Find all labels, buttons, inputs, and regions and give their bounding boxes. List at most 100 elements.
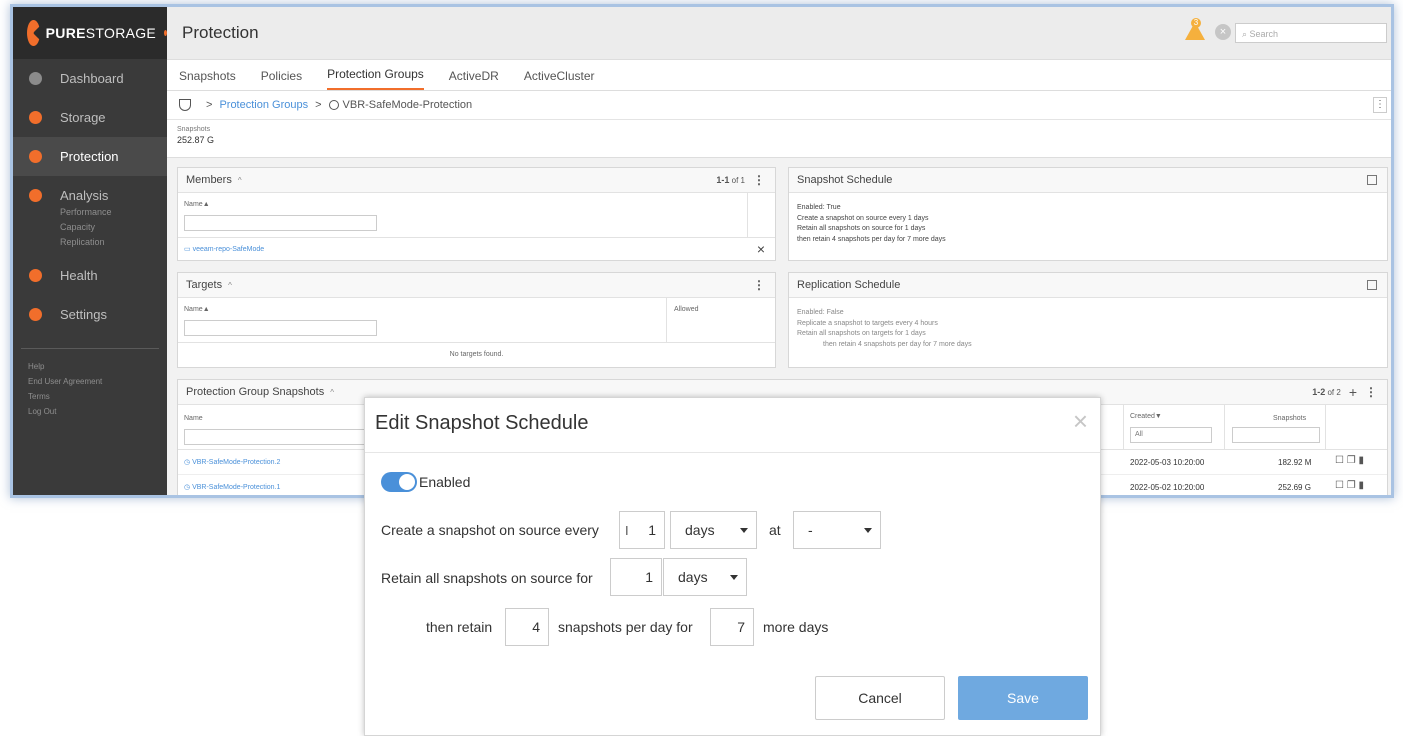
snapshot-created: 2022-05-03 10:20:00	[1130, 458, 1205, 467]
replication-schedule-panel: Replication Schedule Enabled: False Repl…	[788, 272, 1388, 368]
snapshot-schedule-header: Snapshot Schedule	[789, 168, 1387, 193]
chevron-up-icon[interactable]: ^	[228, 281, 232, 290]
logout-link[interactable]: Log Out	[28, 404, 167, 419]
edit-icon[interactable]	[1367, 175, 1377, 185]
sidebar-item-label: Protection	[60, 149, 119, 164]
edit-icon[interactable]: ☐	[1335, 455, 1344, 466]
members-col-name[interactable]: Name▲	[184, 201, 210, 208]
snapshot-row-actions: ☐ ❐ ▮	[1335, 480, 1364, 491]
copy-icon[interactable]: ❐	[1347, 455, 1356, 466]
edit-icon[interactable]: ☐	[1335, 480, 1344, 491]
sidebar-item-settings[interactable]: Settings	[13, 295, 167, 334]
sidebar-subitem-capacity[interactable]: Capacity	[60, 220, 167, 235]
snapshot-row-actions: ☐ ❐ ▮	[1335, 455, 1364, 466]
terms-link[interactable]: Terms	[28, 389, 167, 404]
tab-snapshots[interactable]: Snapshots	[179, 69, 236, 90]
pg-snapshots-title: Protection Group Snapshots	[186, 386, 325, 398]
snapshot-name-link[interactable]: ◷ VBR-SafeMode-Protection.1	[184, 483, 280, 491]
purestorage-logo-icon	[27, 20, 40, 46]
members-menu-icon[interactable]: ⋮	[753, 173, 765, 187]
at-time-select[interactable]: -	[793, 511, 881, 549]
members-header: Members ^ 1-1 of 1 ⋮	[178, 168, 775, 193]
column-divider	[1224, 405, 1225, 449]
targets-panel: Targets ^ ⋮ Name▲ Allowed No targets fou…	[177, 272, 776, 368]
sidebar-item-storage[interactable]: Storage	[13, 98, 167, 137]
add-icon[interactable]: +	[1349, 384, 1357, 400]
tab-activedr[interactable]: ActiveDR	[449, 69, 499, 90]
analysis-icon	[29, 189, 42, 202]
search-input[interactable]: ⌕ Search	[1235, 23, 1387, 43]
at-label: at	[769, 522, 781, 538]
pg-name-filter[interactable]	[184, 429, 374, 445]
schedule-line: Create a snapshot on source every 1 days	[797, 214, 929, 222]
search-placeholder: Search	[1249, 29, 1279, 39]
shield-icon[interactable]	[179, 99, 191, 111]
sidebar-item-dashboard[interactable]: Dashboard	[13, 59, 167, 98]
chevron-down-icon	[864, 528, 872, 533]
protection-group-icon	[328, 100, 339, 110]
more-options-button[interactable]: ⋮	[1373, 97, 1387, 113]
tab-bar: Snapshots Policies Protection Groups Act…	[167, 60, 1391, 91]
more-days-input[interactable]: 7	[710, 608, 754, 646]
retain-duration-input[interactable]: 1	[610, 558, 662, 596]
copy-icon[interactable]: ❐	[1347, 480, 1356, 491]
edit-icon[interactable]	[1367, 280, 1377, 290]
logo[interactable]: PURESTORAGE	[13, 7, 167, 59]
column-divider	[666, 298, 667, 342]
remove-member-button[interactable]: ×	[757, 241, 765, 257]
snapshots-per-day-input[interactable]: 4	[505, 608, 549, 646]
enabled-toggle[interactable]	[381, 472, 417, 492]
close-icon[interactable]: ×	[1073, 408, 1088, 434]
trash-icon[interactable]: ▮	[1359, 455, 1365, 466]
help-link[interactable]: Help	[28, 359, 167, 374]
tab-policies[interactable]: Policies	[261, 69, 302, 90]
retain-label: Retain all snapshots on source for	[381, 570, 593, 586]
tab-protection-groups[interactable]: Protection Groups	[327, 67, 424, 90]
snapshot-schedule-details: Enabled: True Create a snapshot on sourc…	[789, 193, 1387, 255]
pg-snapshots-menu-icon[interactable]: ⋮	[1365, 385, 1377, 399]
create-label: Create a snapshot on source every	[381, 522, 599, 538]
analysis-subnav: Performance Capacity Replication	[13, 205, 167, 250]
members-name-filter[interactable]	[184, 215, 377, 231]
chevron-down-icon	[730, 575, 738, 580]
search-icon: ⌕	[1242, 29, 1250, 39]
trash-icon[interactable]: ▮	[1359, 480, 1365, 491]
snapshots-filter[interactable]	[1232, 427, 1320, 443]
members-count-range: 1-1	[716, 175, 730, 185]
end-user-agreement-link[interactable]: End User Agreement	[28, 374, 167, 389]
pg-col-created[interactable]: Created▼	[1130, 413, 1162, 420]
retain-unit-select[interactable]: days	[663, 558, 747, 596]
created-filter-select[interactable]: All	[1130, 427, 1212, 443]
snapshot-size: 252.69 G	[1278, 483, 1311, 492]
sidebar-item-label: Analysis	[60, 188, 109, 203]
toggle-knob	[399, 474, 415, 490]
pg-col-name[interactable]: Name	[184, 415, 203, 422]
targets-menu-icon[interactable]: ⋮	[753, 278, 765, 292]
sidebar-item-health[interactable]: Health	[13, 256, 167, 295]
cancel-button[interactable]: Cancel	[815, 676, 945, 720]
settings-icon	[29, 308, 42, 321]
save-button[interactable]: Save	[958, 676, 1088, 720]
targets-name-filter[interactable]	[184, 320, 377, 336]
breadcrumb-protection-groups[interactable]: Protection Groups	[219, 99, 308, 111]
targets-col-name[interactable]: Name▲	[184, 306, 210, 313]
snapshot-schedule-panel: Snapshot Schedule Enabled: True Create a…	[788, 167, 1388, 261]
members-title: Members	[186, 174, 232, 186]
column-divider	[1325, 405, 1326, 449]
snapshot-name-link[interactable]: ◷ VBR-SafeMode-Protection.2	[184, 458, 280, 466]
chevron-up-icon[interactable]: ^	[330, 388, 334, 397]
pg-snapshots-count-total: of 2	[1327, 388, 1341, 397]
snapshots-summary: Snapshots 252.87 G	[167, 120, 1391, 158]
tab-activecluster[interactable]: ActiveCluster	[524, 69, 595, 90]
snapshot-icon: ◷	[184, 484, 193, 491]
chevron-up-icon[interactable]: ^	[238, 176, 242, 185]
targets-col-allowed[interactable]: Allowed	[674, 306, 699, 313]
member-link[interactable]: ▭ veeam-repo-SafeMode	[184, 245, 264, 253]
sidebar-subitem-performance[interactable]: Performance	[60, 205, 167, 220]
snapshot-size: 182.92 M	[1278, 458, 1312, 467]
sidebar-item-protection[interactable]: Protection	[13, 137, 167, 176]
create-unit-select[interactable]: days	[670, 511, 757, 549]
close-icon[interactable]: ×	[1215, 24, 1231, 40]
pg-col-snapshots[interactable]: Snapshots	[1273, 415, 1306, 422]
sidebar-subitem-replication[interactable]: Replication	[60, 235, 167, 250]
